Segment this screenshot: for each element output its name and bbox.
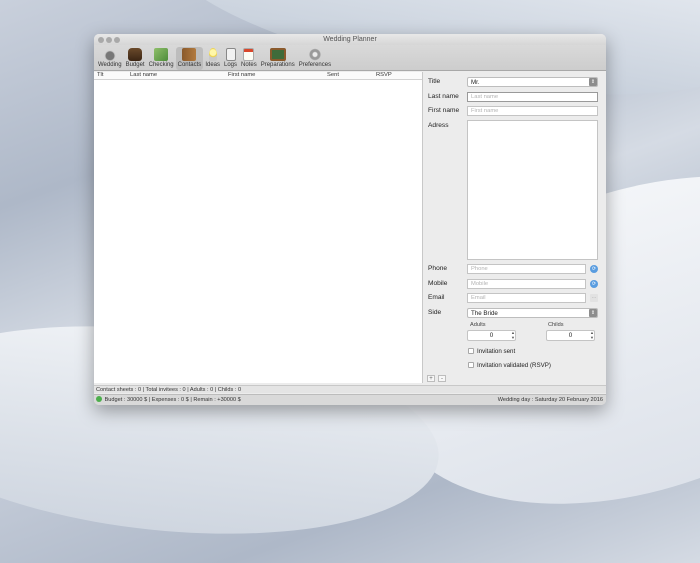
table-header: Tlt Last name First name Sent RSVP xyxy=(94,72,422,80)
childs-stepper[interactable]: 0 ▲ ▼ xyxy=(546,330,595,341)
budget-ok-icon xyxy=(96,396,102,402)
stepper-arrows-icon[interactable]: ▲ ▼ xyxy=(510,330,516,341)
toolbar-label: Preferences xyxy=(298,62,332,68)
column-header-rsvp[interactable]: RSVP xyxy=(376,72,392,78)
column-header-title[interactable]: Tlt xyxy=(97,72,103,78)
toolbar-label: Ideas xyxy=(205,62,220,68)
side-select-value: The Bride xyxy=(471,310,498,317)
email-field[interactable]: Email xyxy=(467,293,586,303)
gear-icon xyxy=(307,48,322,61)
address-textarea[interactable] xyxy=(467,120,598,260)
summary-text: Contact sheets : 0 | Total invitees : 0 … xyxy=(96,387,242,393)
invitation-sent-label: Invitation sent xyxy=(477,348,516,355)
invitation-validated-checkbox[interactable] xyxy=(468,362,474,368)
mobile-label: Mobile xyxy=(428,280,448,287)
childs-label: Childs xyxy=(548,322,564,328)
stepper-arrows-icon[interactable]: ▲ ▼ xyxy=(589,330,595,341)
toolbar-label: Checking xyxy=(148,62,174,68)
childs-value: 0 xyxy=(568,332,573,339)
title-bar: Wedding Planner xyxy=(94,34,606,45)
email-label: Email xyxy=(428,294,445,301)
chevron-updown-icon: ⇕ xyxy=(589,309,597,317)
summary-status-bar: Contact sheets : 0 | Total invitees : 0 … xyxy=(94,385,606,393)
phone-label: Phone xyxy=(428,265,448,272)
last-name-label: Last name xyxy=(428,93,459,100)
money-bag-icon xyxy=(128,48,143,61)
phone-field[interactable]: Phone xyxy=(467,264,586,274)
adults-value: 0 xyxy=(489,332,494,339)
contacts-table[interactable]: Tlt Last name First name Sent RSVP xyxy=(94,72,423,383)
address-label: Adress xyxy=(428,122,449,129)
toolbar-logs-button[interactable]: Logs xyxy=(222,47,239,70)
chevron-updown-icon: ⇕ xyxy=(589,78,597,86)
toolbar-preferences-button[interactable]: Preferences xyxy=(297,47,333,70)
first-name-field[interactable]: First name xyxy=(467,106,598,116)
toolbar-ideas-button[interactable]: Ideas xyxy=(203,47,222,70)
adults-label: Adults xyxy=(470,322,486,328)
side-label: Side xyxy=(428,309,442,316)
phone-action-button[interactable]: ⟳ xyxy=(590,265,598,273)
window-title: Wedding Planner xyxy=(323,36,377,43)
column-header-first-name[interactable]: First name xyxy=(228,72,255,78)
add-contact-button[interactable]: + xyxy=(427,375,435,382)
wedding-day-text: Wedding day : Saturday 20 February 2016 xyxy=(497,397,603,403)
remain-text: Remain : +30000 $ xyxy=(193,397,241,403)
toolbar-notes-button[interactable]: Notes xyxy=(239,47,259,70)
checklist-icon xyxy=(154,48,169,61)
email-action-button[interactable]: ⋯ xyxy=(590,294,598,302)
address-book-icon xyxy=(182,48,197,61)
mobile-action-button[interactable]: ⟳ xyxy=(590,280,598,288)
first-name-label: First name xyxy=(428,107,460,114)
column-header-sent[interactable]: Sent xyxy=(327,72,339,78)
invitation-sent-checkbox[interactable] xyxy=(468,348,474,354)
chalkboard-icon xyxy=(269,48,286,61)
toolbar-label: Wedding xyxy=(98,62,122,68)
toolbar-contacts-button[interactable]: Contacts xyxy=(175,47,204,70)
side-select[interactable]: The Bride ⇕ xyxy=(467,308,598,318)
column-header-last-name[interactable]: Last name xyxy=(130,72,157,78)
lightbulb-icon xyxy=(208,48,217,61)
adults-stepper[interactable]: 0 ▲ ▼ xyxy=(467,330,516,341)
wedding-cake-icon xyxy=(102,48,117,61)
toolbar-wedding-button[interactable]: Wedding xyxy=(96,47,124,70)
toolbar-label: Preparations xyxy=(260,62,295,68)
toolbar-preparations-button[interactable]: Preparations xyxy=(259,47,297,70)
toolbar-label: Logs xyxy=(224,62,238,68)
toolbar-label: Budget xyxy=(125,62,145,68)
budget-text: Budget : 30000 $ xyxy=(104,397,148,403)
mobile-field[interactable]: Mobile xyxy=(467,279,586,289)
invitation-validated-label: Invitation validated (RSVP) xyxy=(477,362,551,369)
budget-status-bar: Budget : 30000 $ | Expenses : 0 $ | Rema… xyxy=(94,394,606,405)
logbook-icon xyxy=(225,48,236,61)
last-name-field[interactable]: Last name xyxy=(467,92,598,102)
remove-contact-button[interactable]: - xyxy=(438,375,446,382)
contact-form: Title Mr. ⇕ Last name Last name First na… xyxy=(424,72,606,383)
toolbar-checking-button[interactable]: Checking xyxy=(147,47,176,70)
expenses-text: Expenses : 0 $ xyxy=(151,397,189,403)
toolbar-label: Notes xyxy=(241,62,257,68)
title-select[interactable]: Mr. ⇕ xyxy=(467,77,598,87)
toolbar-budget-button[interactable]: Budget xyxy=(124,47,147,70)
toolbar: Wedding Budget Checking Contacts Ideas L… xyxy=(94,45,606,71)
notepad-icon xyxy=(243,48,255,61)
title-label: Title xyxy=(428,78,441,85)
toolbar-label: Contacts xyxy=(177,62,202,68)
title-select-value: Mr. xyxy=(471,79,480,86)
app-window: Wedding Planner Wedding Budget Checking … xyxy=(94,34,606,405)
